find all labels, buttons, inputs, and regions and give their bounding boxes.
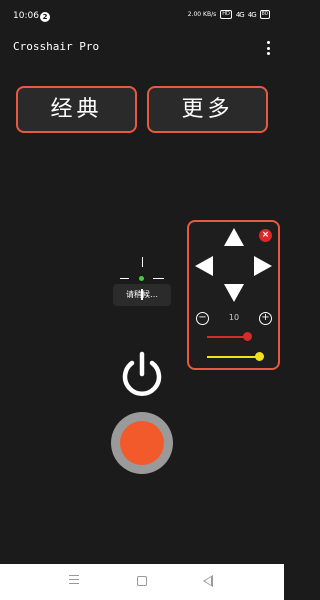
- notification-badge: 2: [40, 12, 50, 22]
- app-title: Crosshair Pro: [13, 40, 100, 53]
- arrow-down-icon[interactable]: [224, 284, 244, 302]
- app-bar: Crosshair Pro: [0, 34, 284, 62]
- battery-icon: 80: [259, 10, 270, 19]
- arrow-right-icon[interactable]: [254, 256, 272, 276]
- home-icon[interactable]: [137, 576, 147, 586]
- red-slider-thumb[interactable]: [243, 332, 252, 341]
- crosshair-top-line: [142, 257, 143, 267]
- status-icons: 2.00 KB/s HD 4G 4G 80: [188, 10, 270, 19]
- crosshair-bottom-line: [141, 289, 143, 300]
- signal-icon-2: 4G: [247, 10, 257, 19]
- close-circle-icon[interactable]: ×: [259, 229, 272, 242]
- signal-icon-1: 4G: [235, 10, 245, 19]
- yellow-slider[interactable]: [207, 352, 264, 361]
- record-button[interactable]: [111, 412, 173, 474]
- crosshair-center-dot: [139, 276, 144, 281]
- minus-circle-icon[interactable]: −: [196, 312, 209, 325]
- hd-icon: HD: [220, 10, 232, 19]
- classic-mode-button[interactable]: 经典: [16, 86, 137, 133]
- arrow-left-icon[interactable]: [195, 256, 213, 276]
- network-speed: 2.00 KB/s: [187, 10, 217, 18]
- record-button-inner: [120, 421, 164, 465]
- more-mode-button[interactable]: 更多: [147, 86, 268, 133]
- crosshair-right-line: [153, 278, 164, 279]
- status-bar: 10:06 2 2.00 KB/s HD 4G 4G 80: [0, 0, 284, 34]
- crosshair-left-line: [120, 278, 129, 279]
- more-vert-icon[interactable]: [264, 40, 272, 56]
- step-value: 10: [228, 313, 240, 322]
- status-time: 10:06: [13, 11, 39, 21]
- crosshair-control-panel: × − 10 +: [187, 220, 280, 370]
- plus-circle-icon[interactable]: +: [259, 312, 272, 325]
- arrow-up-icon[interactable]: [224, 228, 244, 246]
- yellow-slider-thumb[interactable]: [255, 352, 264, 361]
- red-slider[interactable]: [207, 332, 252, 341]
- back-icon[interactable]: [203, 575, 213, 587]
- power-icon[interactable]: [117, 350, 167, 400]
- system-nav-bar: [0, 564, 284, 600]
- recent-apps-icon[interactable]: [69, 575, 79, 587]
